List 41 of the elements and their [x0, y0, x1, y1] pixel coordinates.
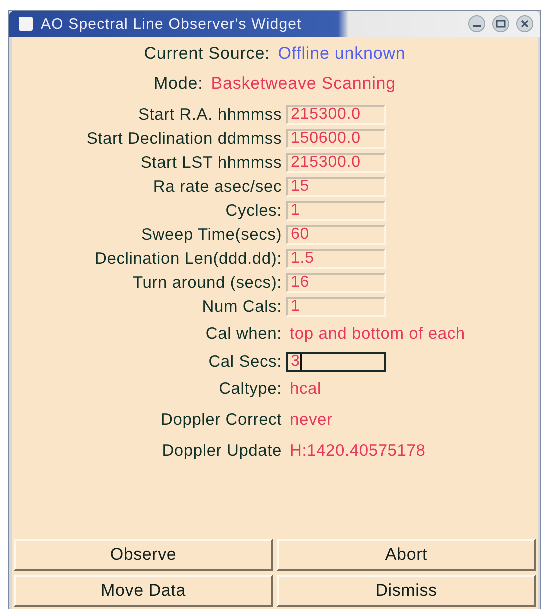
field-label: Current Source: [144, 44, 270, 64]
field-label: Cal Secs: [208, 352, 282, 372]
action-button[interactable]: Observe [14, 539, 273, 571]
field-value: never [289, 410, 334, 431]
input-field[interactable]: 15 [286, 177, 386, 197]
field-label: Declination Len(ddd.dd): [94, 250, 282, 268]
field-label: Mode: [154, 74, 204, 94]
field-label: Start R.A. hhmmss [137, 106, 282, 124]
field-label: Cal when: [204, 325, 282, 344]
field-value: Basketweave Scanning [211, 74, 396, 94]
minimize-icon[interactable] [468, 15, 486, 33]
input-field[interactable]: 16 [286, 273, 386, 293]
field-label: Caltype: [218, 380, 282, 399]
input-field[interactable]: 3 [286, 352, 386, 372]
input-field[interactable]: 215300.0 [286, 153, 386, 173]
input-field[interactable]: 1 [286, 297, 386, 317]
action-button[interactable]: Abort [277, 539, 536, 571]
field-label: Start Declination ddmmss [86, 130, 282, 148]
action-button[interactable]: Move Data [14, 575, 273, 607]
field-value: H:1420.40575178 [289, 441, 427, 462]
input-field[interactable]: 1.5 [286, 249, 386, 269]
field-label: Doppler Correct [160, 411, 282, 430]
window-icon [19, 17, 33, 31]
input-field[interactable]: 1 [286, 201, 386, 221]
field-label: Sweep Time(secs) [140, 226, 282, 244]
field-value: top and bottom of each [289, 324, 466, 345]
field-label: Start LST hhmmss [140, 154, 282, 172]
maximize-icon[interactable] [492, 15, 510, 33]
field-value: Offline unknown [278, 44, 406, 64]
input-field[interactable]: 215300.0 [286, 105, 386, 125]
window-title: AO Spectral Line Observer's Widget [41, 16, 303, 32]
input-field[interactable]: 60 [286, 225, 386, 245]
field-value: hcal [289, 379, 322, 400]
close-icon[interactable] [516, 15, 534, 33]
field-label: Cycles: [224, 202, 282, 220]
action-button[interactable]: Dismiss [277, 575, 536, 607]
field-label: Ra rate asec/sec [152, 178, 282, 196]
field-label: Doppler Update [161, 442, 282, 461]
input-field[interactable]: 150600.0 [286, 129, 386, 149]
field-label: Turn around (secs): [132, 274, 282, 292]
field-label: Num Cals: [201, 298, 282, 316]
